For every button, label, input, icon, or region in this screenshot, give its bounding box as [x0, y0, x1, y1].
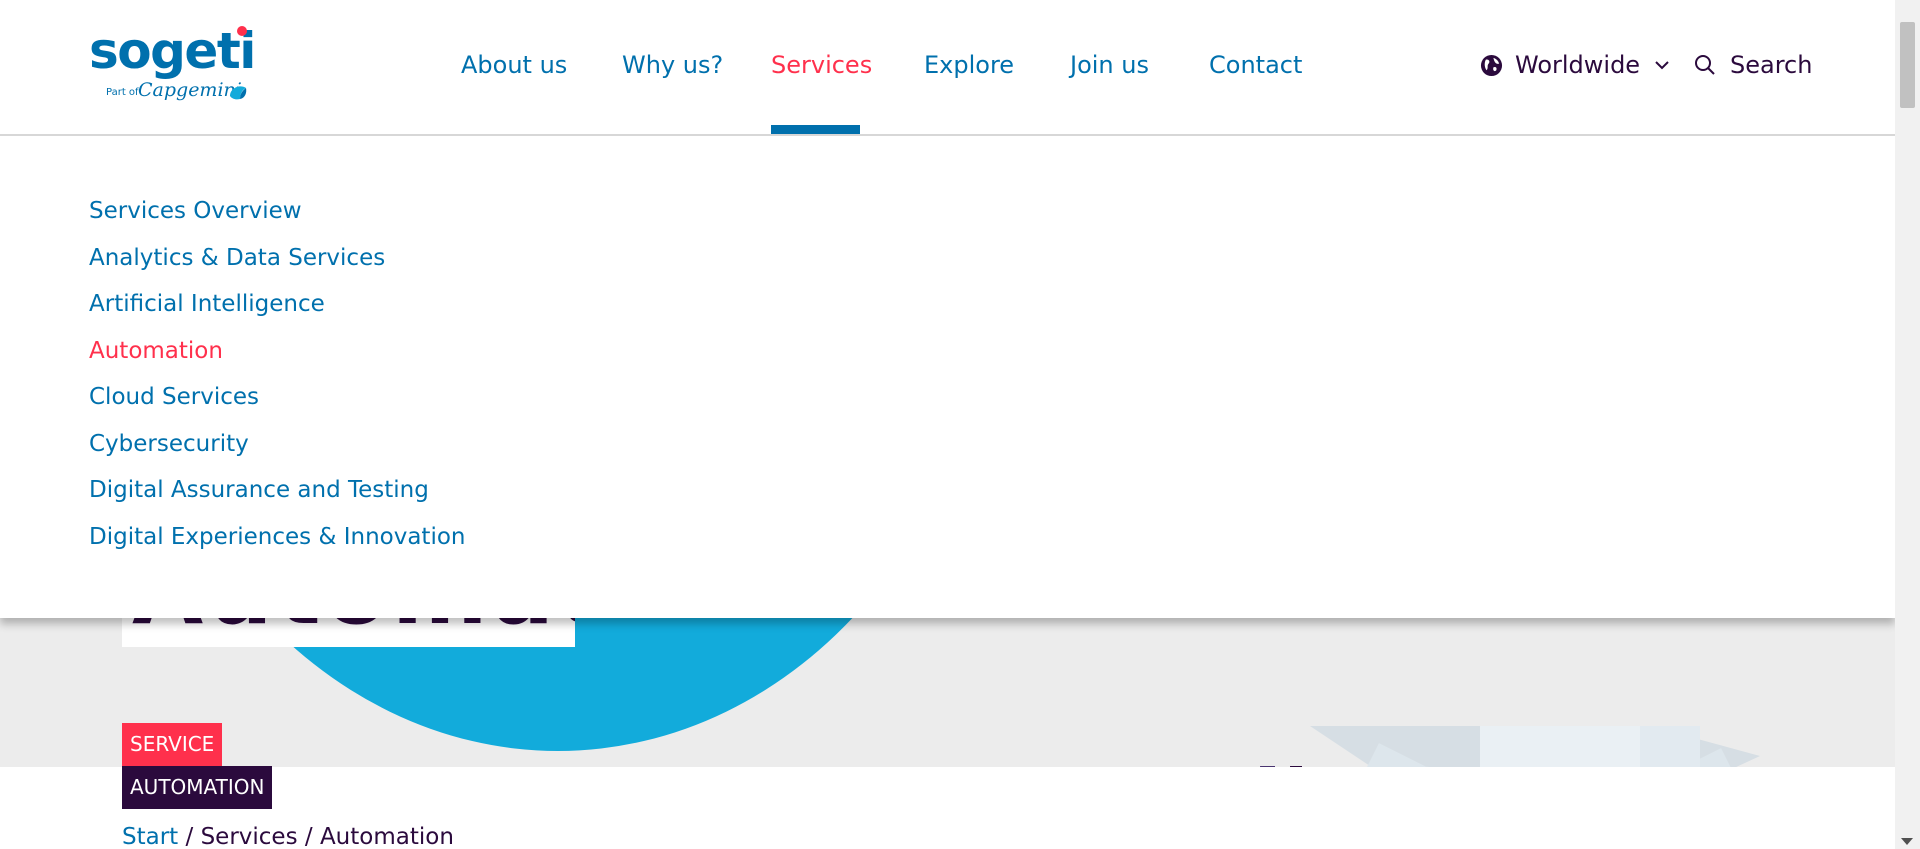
- site-header: sogeti Part of Capgemini About us Why us…: [0, 0, 1895, 136]
- dropdown-item-automation[interactable]: Automation: [89, 338, 223, 364]
- services-dropdown: Services Overview Analytics & Data Servi…: [0, 136, 1895, 618]
- capgemini-spade-icon: [230, 86, 247, 100]
- service-tag: SERVICE: [122, 723, 223, 766]
- logo-dot: [237, 26, 247, 36]
- nav-services[interactable]: Services: [771, 51, 872, 79]
- breadcrumb-start[interactable]: Start: [122, 824, 178, 849]
- region-label: Worldwide: [1515, 51, 1641, 79]
- breadcrumb-services[interactable]: Services: [201, 824, 298, 849]
- dropdown-item-analytics-data[interactable]: Analytics & Data Services: [89, 245, 385, 271]
- logo-part-of: Part of: [106, 87, 139, 98]
- nav-active-underline: [771, 125, 860, 134]
- nav-contact[interactable]: Contact: [1209, 51, 1302, 79]
- search-icon: [1695, 55, 1715, 75]
- sogeti-logo[interactable]: sogeti Part of Capgemini: [89, 22, 256, 110]
- logo-wordmark: sogeti: [89, 22, 256, 80]
- nav-why-us[interactable]: Why us?: [622, 51, 723, 79]
- breadcrumb-separator: /: [297, 824, 320, 849]
- logo-capgemini: Capgemini: [138, 79, 242, 101]
- scroll-down-arrow-icon[interactable]: [1901, 838, 1913, 845]
- dropdown-item-digital-assurance[interactable]: Digital Assurance and Testing: [89, 477, 429, 503]
- search-button[interactable]: Search: [1693, 51, 1812, 79]
- globe-icon: [1480, 54, 1503, 76]
- page-scrollbar[interactable]: [1895, 0, 1920, 849]
- nav-explore[interactable]: Explore: [924, 51, 1014, 79]
- breadcrumb-current: Automation: [319, 824, 454, 849]
- search-label: Search: [1730, 51, 1813, 79]
- dropdown-item-cloud-services[interactable]: Cloud Services: [89, 384, 259, 410]
- topic-tag: AUTOMATION: [122, 766, 273, 809]
- dropdown-item-digital-experiences[interactable]: Digital Experiences & Innovation: [89, 524, 465, 550]
- dropdown-item-artificial-intelligence[interactable]: Artificial Intelligence: [89, 291, 325, 317]
- breadcrumb: Start / Services / Automation: [122, 824, 454, 849]
- scrollbar-thumb[interactable]: [1900, 22, 1915, 108]
- region-selector[interactable]: Worldwide: [1480, 51, 1670, 79]
- chevron-down-icon: [1655, 61, 1669, 70]
- dropdown-item-services-overview[interactable]: Services Overview: [89, 198, 302, 224]
- breadcrumb-separator: /: [178, 824, 201, 849]
- dropdown-item-cybersecurity[interactable]: Cybersecurity: [89, 431, 249, 457]
- nav-about-us[interactable]: About us: [461, 51, 567, 79]
- nav-join-us[interactable]: Join us: [1070, 51, 1149, 79]
